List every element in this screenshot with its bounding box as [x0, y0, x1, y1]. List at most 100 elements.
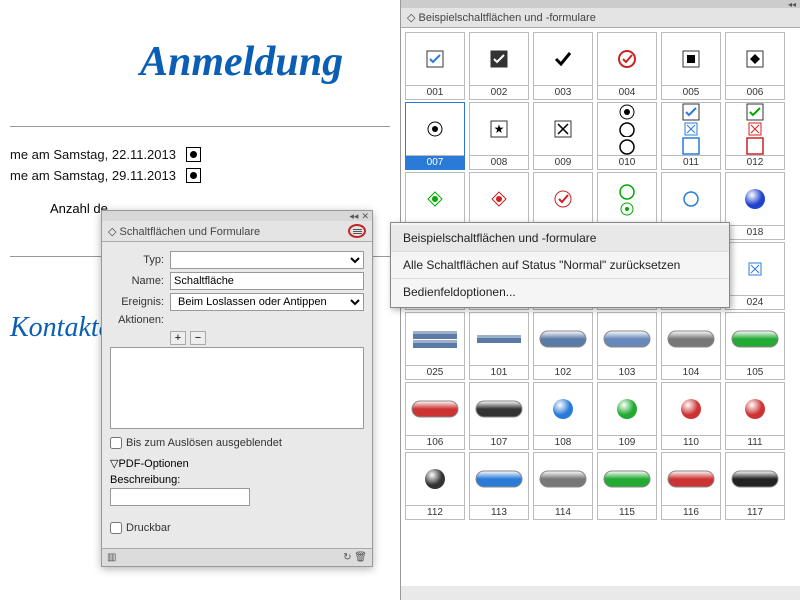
- sample-item-024[interactable]: 024: [725, 242, 785, 310]
- sample-item-025[interactable]: 025: [405, 312, 465, 380]
- sample-label: 024: [726, 295, 784, 309]
- actions-list[interactable]: [110, 347, 364, 429]
- panel-menu-icon[interactable]: [348, 224, 366, 238]
- sample-item-005[interactable]: 005: [661, 32, 721, 100]
- collapse-icon[interactable]: ◂◂: [349, 211, 358, 222]
- hide-checkbox[interactable]: Bis zum Auslösen ausgeblendet: [110, 437, 364, 449]
- sample-label: 007: [406, 155, 464, 169]
- sample-thumb: [726, 243, 784, 295]
- sample-item-001[interactable]: 001: [405, 32, 465, 100]
- aktionen-label: Aktionen:: [110, 314, 164, 326]
- menu-item-options[interactable]: Bedienfeldoptionen...: [391, 279, 729, 305]
- sample-thumb: [662, 173, 720, 225]
- convert-icon[interactable]: ↻: [343, 552, 351, 563]
- remove-action-button[interactable]: −: [190, 331, 206, 345]
- sample-item-115[interactable]: 115: [597, 452, 657, 520]
- sample-label: 010: [598, 155, 656, 169]
- sample-item-105[interactable]: 105: [725, 312, 785, 380]
- preview-icon[interactable]: ▥: [107, 552, 116, 563]
- sample-item-109[interactable]: 109: [597, 382, 657, 450]
- sample-label: 113: [470, 505, 528, 519]
- sample-label: 108: [534, 435, 592, 449]
- sample-item-101[interactable]: 101: [469, 312, 529, 380]
- sample-thumb: [406, 453, 464, 505]
- sample-label: 114: [534, 505, 592, 519]
- form-row-2: me am Samstag, 29.11.2013: [10, 168, 390, 183]
- sample-thumb: [726, 103, 784, 155]
- page-title: Anmeldung: [140, 38, 390, 86]
- radio-2[interactable]: [186, 168, 201, 183]
- sample-item-103[interactable]: 103: [597, 312, 657, 380]
- sample-label: 004: [598, 85, 656, 99]
- druckbar-checkbox[interactable]: Druckbar: [110, 522, 364, 534]
- sample-item-018[interactable]: 018: [725, 172, 785, 240]
- collapse-icon[interactable]: ◂◂: [788, 0, 796, 8]
- sample-item-009[interactable]: 009: [533, 102, 593, 170]
- beschreibung-input[interactable]: [110, 488, 250, 506]
- panel-tab[interactable]: Schaltflächen und Formulare: [102, 221, 372, 242]
- sample-thumb: [598, 173, 656, 225]
- sample-label: 109: [598, 435, 656, 449]
- sample-item-112[interactable]: 112: [405, 452, 465, 520]
- pdf-options-toggle[interactable]: PDF-Optionen: [110, 457, 364, 470]
- label-date-1: me am Samstag, 22.11.2013: [10, 147, 176, 162]
- sample-thumb: [726, 453, 784, 505]
- ereignis-select[interactable]: Beim Loslassen oder Antippen: [170, 293, 364, 311]
- sample-item-011[interactable]: 011: [661, 102, 721, 170]
- sample-label: 002: [470, 85, 528, 99]
- sample-label: 116: [662, 505, 720, 519]
- sample-item-008[interactable]: ★008: [469, 102, 529, 170]
- sample-thumb: [598, 33, 656, 85]
- sample-item-003[interactable]: 003: [533, 32, 593, 100]
- sample-item-004[interactable]: 004: [597, 32, 657, 100]
- sample-thumb: [598, 383, 656, 435]
- sample-item-110[interactable]: 110: [661, 382, 721, 450]
- sample-label: 115: [598, 505, 656, 519]
- sample-thumb: [534, 383, 592, 435]
- sample-label: 103: [598, 365, 656, 379]
- sample-item-116[interactable]: 116: [661, 452, 721, 520]
- name-input[interactable]: [170, 272, 364, 290]
- sample-thumb: [470, 173, 528, 225]
- form-row-1: me am Samstag, 22.11.2013: [10, 147, 390, 162]
- sample-thumb: [662, 453, 720, 505]
- sample-thumb: [726, 173, 784, 225]
- sample-item-111[interactable]: 111: [725, 382, 785, 450]
- add-action-button[interactable]: +: [170, 331, 186, 345]
- sample-item-002[interactable]: 002: [469, 32, 529, 100]
- menu-item-samples[interactable]: Beispielschaltflächen und -formulare: [391, 225, 729, 252]
- sample-thumb: [534, 33, 592, 85]
- typ-label: Typ:: [110, 254, 164, 266]
- sample-item-117[interactable]: 117: [725, 452, 785, 520]
- sample-item-012[interactable]: 012: [725, 102, 785, 170]
- trash-icon[interactable]: 🗑: [354, 552, 367, 563]
- sample-item-108[interactable]: 108: [533, 382, 593, 450]
- menu-item-reset[interactable]: Alle Schaltflächen auf Status "Normal" z…: [391, 252, 729, 279]
- panel-footer: ▥ ↻ 🗑: [102, 548, 372, 566]
- sample-thumb: [470, 313, 528, 365]
- sample-item-113[interactable]: 113: [469, 452, 529, 520]
- sample-thumb: [470, 33, 528, 85]
- sample-item-107[interactable]: 107: [469, 382, 529, 450]
- sample-thumb: [726, 383, 784, 435]
- sample-label: 009: [534, 155, 592, 169]
- sample-item-106[interactable]: 106: [405, 382, 465, 450]
- close-icon[interactable]: ✕: [361, 211, 369, 222]
- sample-thumb: [726, 313, 784, 365]
- sample-thumb: [470, 383, 528, 435]
- sample-item-010[interactable]: 010: [597, 102, 657, 170]
- sample-item-114[interactable]: 114: [533, 452, 593, 520]
- typ-select[interactable]: [170, 251, 364, 269]
- sample-label: 102: [534, 365, 592, 379]
- ereignis-label: Ereignis:: [110, 296, 164, 308]
- name-label: Name:: [110, 275, 164, 287]
- right-tab-label[interactable]: Beispielschaltflächen und -formulare: [401, 8, 800, 28]
- sample-item-104[interactable]: 104: [661, 312, 721, 380]
- sample-label: 101: [470, 365, 528, 379]
- divider: [10, 126, 390, 127]
- sample-item-006[interactable]: 006: [725, 32, 785, 100]
- sample-item-102[interactable]: 102: [533, 312, 593, 380]
- panel-tab-label: Schaltflächen und Formulare: [108, 225, 260, 238]
- radio-1[interactable]: [186, 147, 201, 162]
- sample-item-007[interactable]: 007: [405, 102, 465, 170]
